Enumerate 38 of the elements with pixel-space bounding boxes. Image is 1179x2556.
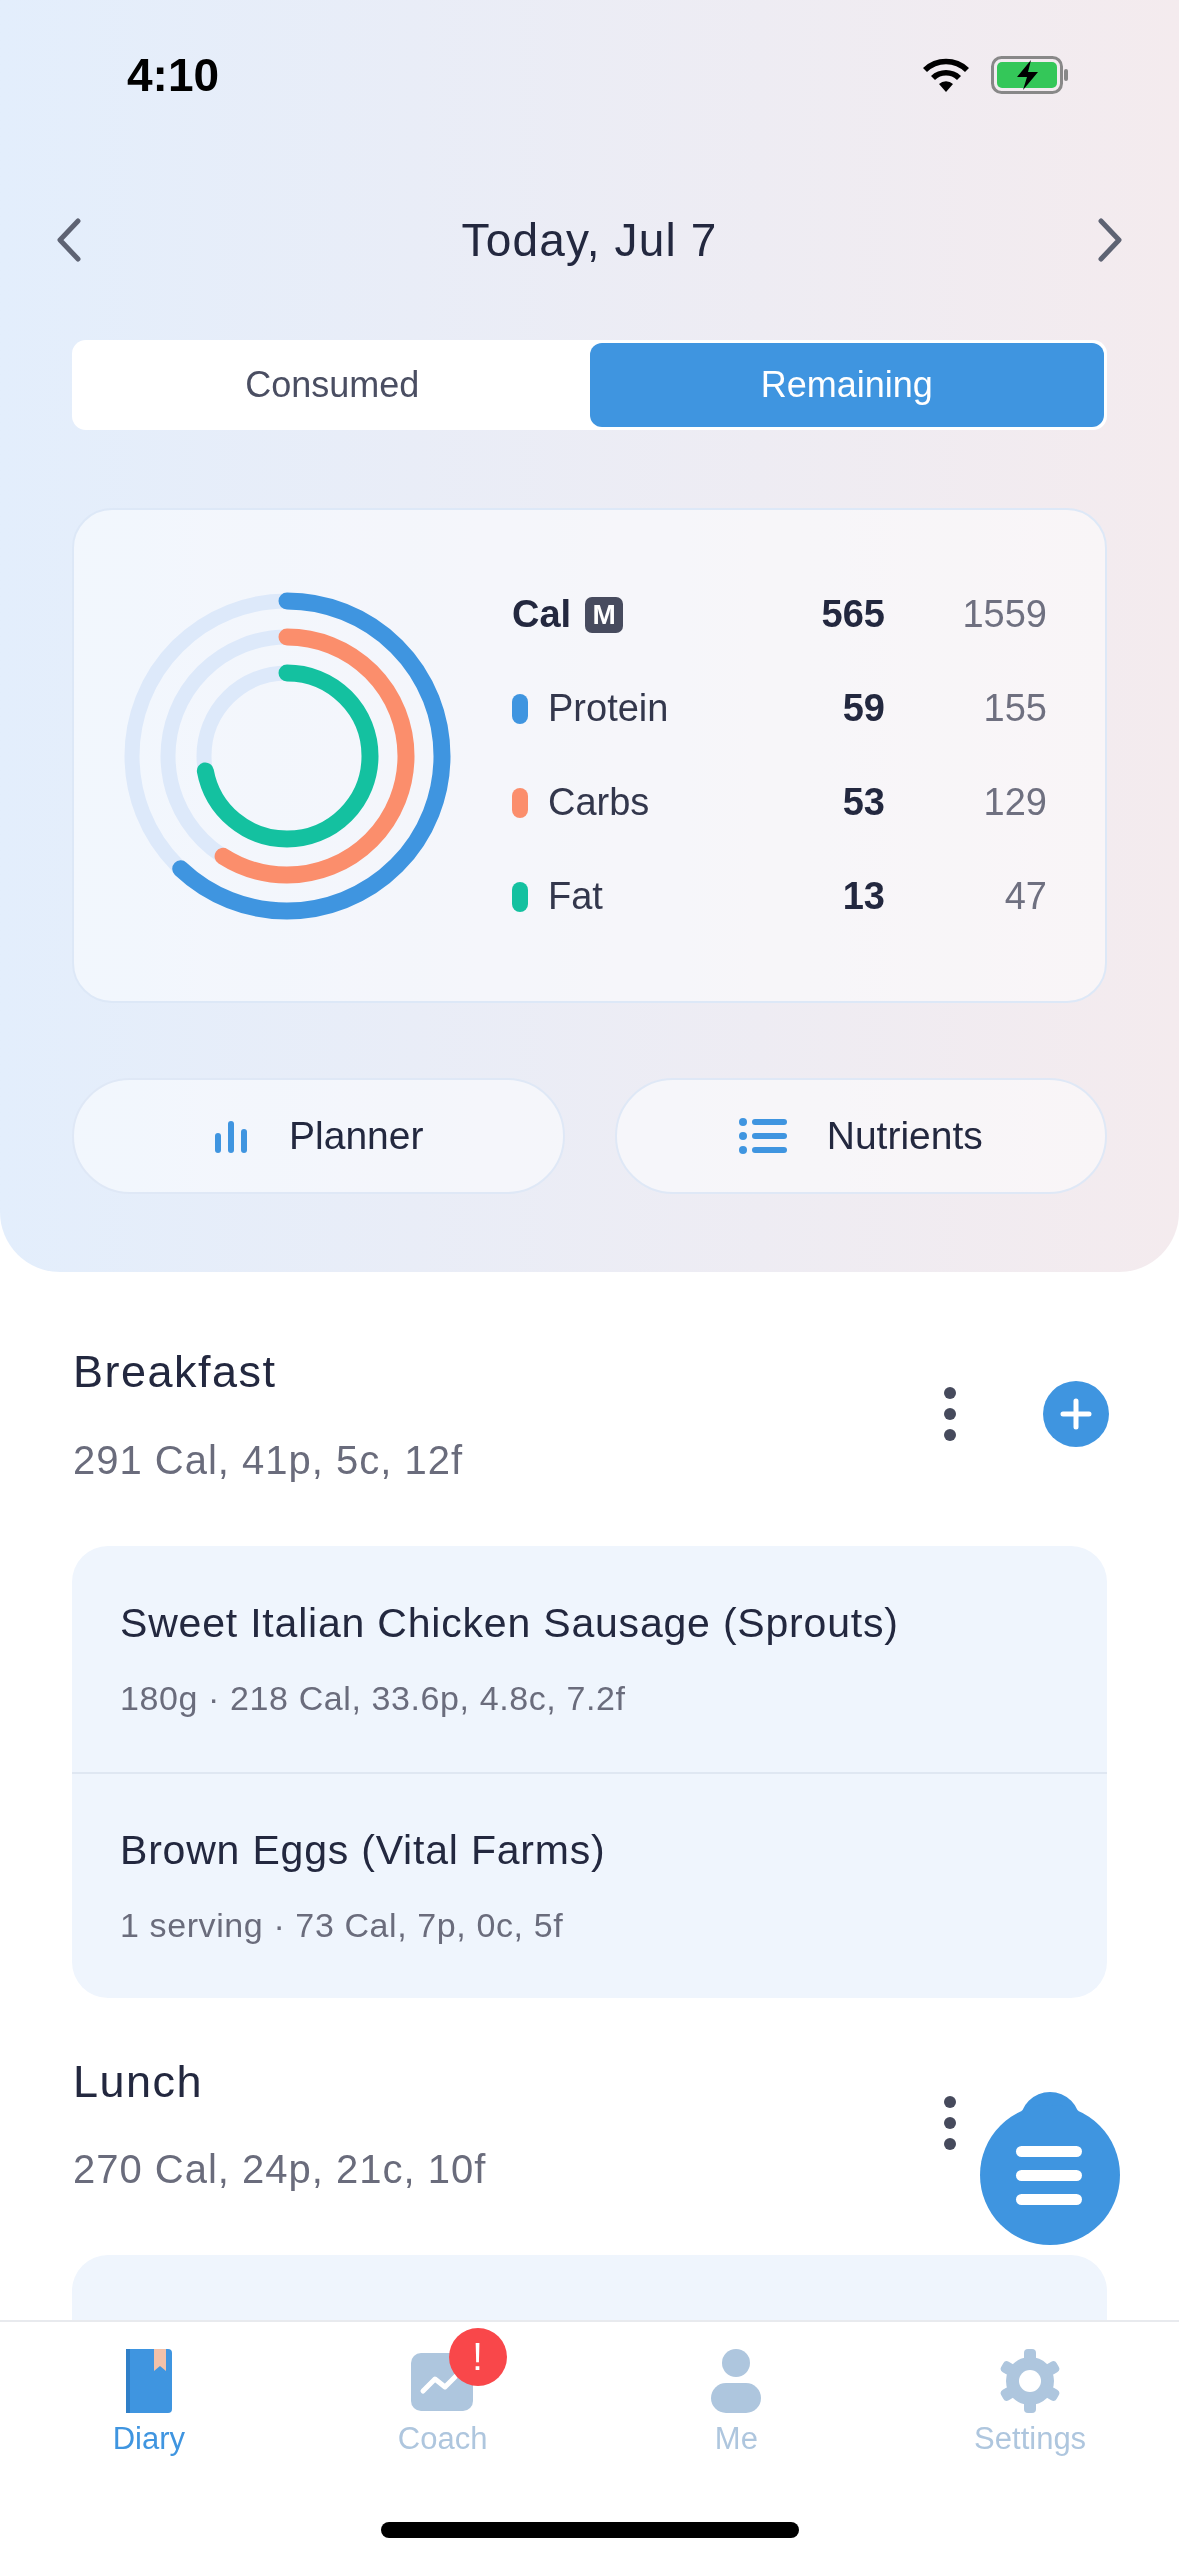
wifi-icon: [923, 58, 969, 92]
mode-badge: M: [585, 596, 624, 633]
more-icon[interactable]: [943, 1385, 957, 1442]
macro-label: Carbs: [548, 780, 650, 825]
nutrients-button[interactable]: Nutrients: [614, 1078, 1107, 1194]
notebook-icon: [123, 2349, 174, 2413]
add-icon[interactable]: [1043, 1380, 1109, 1447]
calories-label: Cal: [512, 592, 572, 637]
meal-title: Lunch: [73, 2054, 205, 2109]
food-detail: 180g · 218 Cal, 33.6p, 4.8c, 7.2f: [120, 1677, 627, 1719]
food-row[interactable]: Sweet Italian Chicken Sausage (Sprouts) 180g · 218 Cal, 33.6p, 4.8c, 7.2f: [72, 1545, 1107, 1772]
macro-value: 59: [842, 686, 885, 731]
macro-label: Protein: [548, 686, 669, 731]
macro-goal: 129: [982, 780, 1047, 825]
calories-value: 565: [821, 592, 885, 637]
macro-goal: 47: [1003, 874, 1047, 919]
food-name: Brown Eggs (Vital Farms): [120, 1826, 607, 1876]
macro-goal: 155: [982, 686, 1047, 731]
planner-button[interactable]: Planner: [72, 1078, 565, 1194]
date-title: Today, Jul 7: [461, 212, 718, 268]
menu-button[interactable]: [980, 2090, 1120, 2245]
macro-label: Fat: [548, 874, 603, 919]
person-icon: [711, 2349, 762, 2413]
food-detail: 1 serving · 73 Cal, 7p, 0c, 5f: [120, 1904, 565, 1946]
more-icon[interactable]: [943, 2095, 957, 2152]
list-icon: [738, 1118, 787, 1154]
bar-chart-icon: [213, 1119, 250, 1153]
macro-value: 53: [842, 780, 885, 825]
meal-title: Breakfast: [73, 1345, 278, 1399]
calories-goal: 1559: [961, 592, 1047, 637]
battery-charging-icon: [991, 56, 1069, 94]
meal-summary: 270 Cal, 24p, 21c, 10f: [73, 2146, 488, 2193]
meal-summary: 291 Cal, 41p, 5c, 12f: [73, 1436, 465, 1484]
food-row[interactable]: Brown Eggs (Vital Farms) 1 serving · 73 Cal, 7p, 0c, 5f: [72, 1771, 1107, 1998]
macro-value: 13: [842, 874, 885, 919]
food-name: Sweet Italian Chicken Sausage (Sprouts): [120, 1599, 900, 1649]
alert-badge: !: [448, 2328, 507, 2386]
status-time: 4:10: [127, 47, 220, 103]
